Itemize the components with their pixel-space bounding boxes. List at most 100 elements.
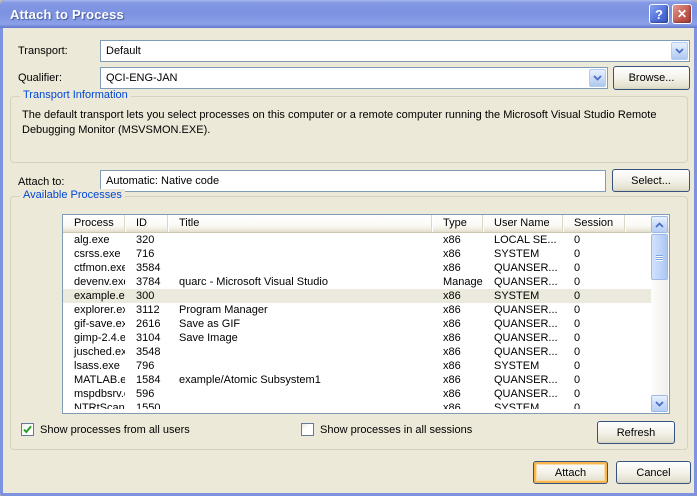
cell-title xyxy=(168,233,432,247)
cell-process: alg.exe xyxy=(63,233,125,247)
cell-process: gimp-2.4.exe xyxy=(63,331,125,345)
cell-type: x86 xyxy=(432,345,483,359)
show-all-users-checkbox[interactable] xyxy=(21,423,34,436)
show-all-sessions-option[interactable]: Show processes in all sessions xyxy=(301,423,472,436)
attach-to-field[interactable]: Automatic: Native code xyxy=(100,170,606,192)
cell-id: 716 xyxy=(125,247,168,261)
cell-user: SYSTEM xyxy=(483,247,563,261)
cell-process: devenv.exe xyxy=(63,275,125,289)
table-row[interactable]: alg.exe320x86LOCAL SE...0 xyxy=(63,233,653,247)
cell-user: QUANSER... xyxy=(483,317,563,331)
cell-user: QUANSER... xyxy=(483,373,563,387)
show-all-sessions-label: Show processes in all sessions xyxy=(320,424,472,436)
column-header-id[interactable]: ID xyxy=(125,215,168,232)
table-row[interactable]: NTRtScan.exe1550 x86SYSTEM0 xyxy=(63,401,653,409)
cell-title xyxy=(168,401,432,409)
cell-type: x86 xyxy=(432,387,483,401)
transport-value: Default xyxy=(101,45,670,57)
vertical-scrollbar[interactable] xyxy=(651,216,668,412)
cell-id: 596 xyxy=(125,387,168,401)
cell-id: 1550 xyxy=(125,401,168,409)
process-list-header: Process ID Title Type User Name Session xyxy=(63,215,669,233)
cell-type: x86 xyxy=(432,401,483,409)
attach-to-label: Attach to: xyxy=(18,176,64,188)
cell-id: 796 xyxy=(125,359,168,373)
table-row[interactable]: gif-save.exe2616Save as GIFx86QUANSER...… xyxy=(63,317,653,331)
table-row[interactable]: gimp-2.4.exe3104Save Imagex86QUANSER...0 xyxy=(63,331,653,345)
cell-title: Save Image xyxy=(168,331,432,345)
cell-id: 320 xyxy=(125,233,168,247)
cell-title: Save as GIF xyxy=(168,317,432,331)
show-all-users-label: Show processes from all users xyxy=(40,424,190,436)
cell-id: 3584 xyxy=(125,261,168,275)
cell-title xyxy=(168,261,432,275)
titlebar[interactable]: Attach to Process ? ✕ xyxy=(0,0,697,28)
select-button[interactable]: Select... xyxy=(612,169,690,192)
table-row[interactable]: jusched.exe3548x86QUANSER...0 xyxy=(63,345,653,359)
table-row[interactable]: lsass.exe796x86SYSTEM0 xyxy=(63,359,653,373)
cell-user: LOCAL SE... xyxy=(483,233,563,247)
cancel-button[interactable]: Cancel xyxy=(616,461,691,484)
refresh-button[interactable]: Refresh xyxy=(597,421,675,444)
scroll-down-icon[interactable] xyxy=(651,395,668,412)
cell-user: QUANSER... xyxy=(483,261,563,275)
show-all-sessions-checkbox[interactable] xyxy=(301,423,314,436)
column-header-title[interactable]: Title xyxy=(168,215,432,232)
cell-id: 3548 xyxy=(125,345,168,359)
cell-process: csrss.exe xyxy=(63,247,125,261)
cell-type: Managed, ... xyxy=(432,275,483,289)
cell-process: gif-save.exe xyxy=(63,317,125,331)
table-row[interactable]: ctfmon.exe3584x86QUANSER...0 xyxy=(63,261,653,275)
attach-button-label: Attach xyxy=(555,467,586,479)
transport-combobox[interactable]: Default xyxy=(100,40,690,62)
select-button-label: Select... xyxy=(631,175,671,187)
qualifier-label: Qualifier: xyxy=(18,72,62,84)
cell-type: x86 xyxy=(432,289,483,303)
table-row[interactable]: devenv.exe3784quarc - Microsoft Visual S… xyxy=(63,275,653,289)
cell-session: 0 xyxy=(563,401,625,409)
column-header-user[interactable]: User Name xyxy=(483,215,563,232)
cell-id: 300 xyxy=(125,289,168,303)
qualifier-combobox[interactable]: QCI-ENG-JAN xyxy=(100,67,608,89)
scrollbar-thumb[interactable] xyxy=(651,234,668,280)
cell-session: 0 xyxy=(563,275,625,289)
cell-session: 0 xyxy=(563,345,625,359)
attach-button[interactable]: Attach xyxy=(533,461,608,484)
cell-process: example.exe xyxy=(63,289,125,303)
cell-title xyxy=(168,345,432,359)
check-icon xyxy=(22,424,33,435)
column-header-session[interactable]: Session xyxy=(563,215,625,232)
cell-type: x86 xyxy=(432,261,483,275)
chevron-down-icon[interactable] xyxy=(671,42,688,60)
cell-title xyxy=(168,387,432,401)
cell-user: QUANSER... xyxy=(483,331,563,345)
cell-user: QUANSER... xyxy=(483,303,563,317)
show-all-users-option[interactable]: Show processes from all users xyxy=(21,423,190,436)
column-header-process[interactable]: Process xyxy=(63,215,125,232)
cell-process: NTRtScan.exe xyxy=(63,401,125,409)
table-row[interactable]: example.exe300x86SYSTEM0 xyxy=(63,289,653,303)
cell-type: x86 xyxy=(432,317,483,331)
cell-type: x86 xyxy=(432,359,483,373)
cell-type: x86 xyxy=(432,233,483,247)
attach-to-process-dialog: Attach to Process ? ✕ Transport: Default… xyxy=(0,0,697,496)
help-button[interactable]: ? xyxy=(649,4,669,24)
cell-process: MATLAB.exe xyxy=(63,373,125,387)
table-row[interactable]: csrss.exe716x86SYSTEM0 xyxy=(63,247,653,261)
browse-button[interactable]: Browse... xyxy=(613,66,690,90)
cell-title: Program Manager xyxy=(168,303,432,317)
cell-title xyxy=(168,359,432,373)
chevron-down-icon[interactable] xyxy=(589,69,606,87)
cell-session: 0 xyxy=(563,261,625,275)
cell-id: 2616 xyxy=(125,317,168,331)
cell-session: 0 xyxy=(563,317,625,331)
table-row[interactable]: explorer.exe3112Program Managerx86QUANSE… xyxy=(63,303,653,317)
scroll-up-icon[interactable] xyxy=(651,216,668,233)
cell-user: SYSTEM xyxy=(483,401,563,409)
process-list[interactable]: Process ID Title Type User Name Session … xyxy=(62,214,670,414)
close-button[interactable]: ✕ xyxy=(672,4,692,24)
table-row[interactable]: MATLAB.exe1584example/Atomic Subsystem1x… xyxy=(63,373,653,387)
table-row[interactable]: mspdbsrv.exe596x86QUANSER...0 xyxy=(63,387,653,401)
cell-type: x86 xyxy=(432,331,483,345)
column-header-type[interactable]: Type xyxy=(432,215,483,232)
